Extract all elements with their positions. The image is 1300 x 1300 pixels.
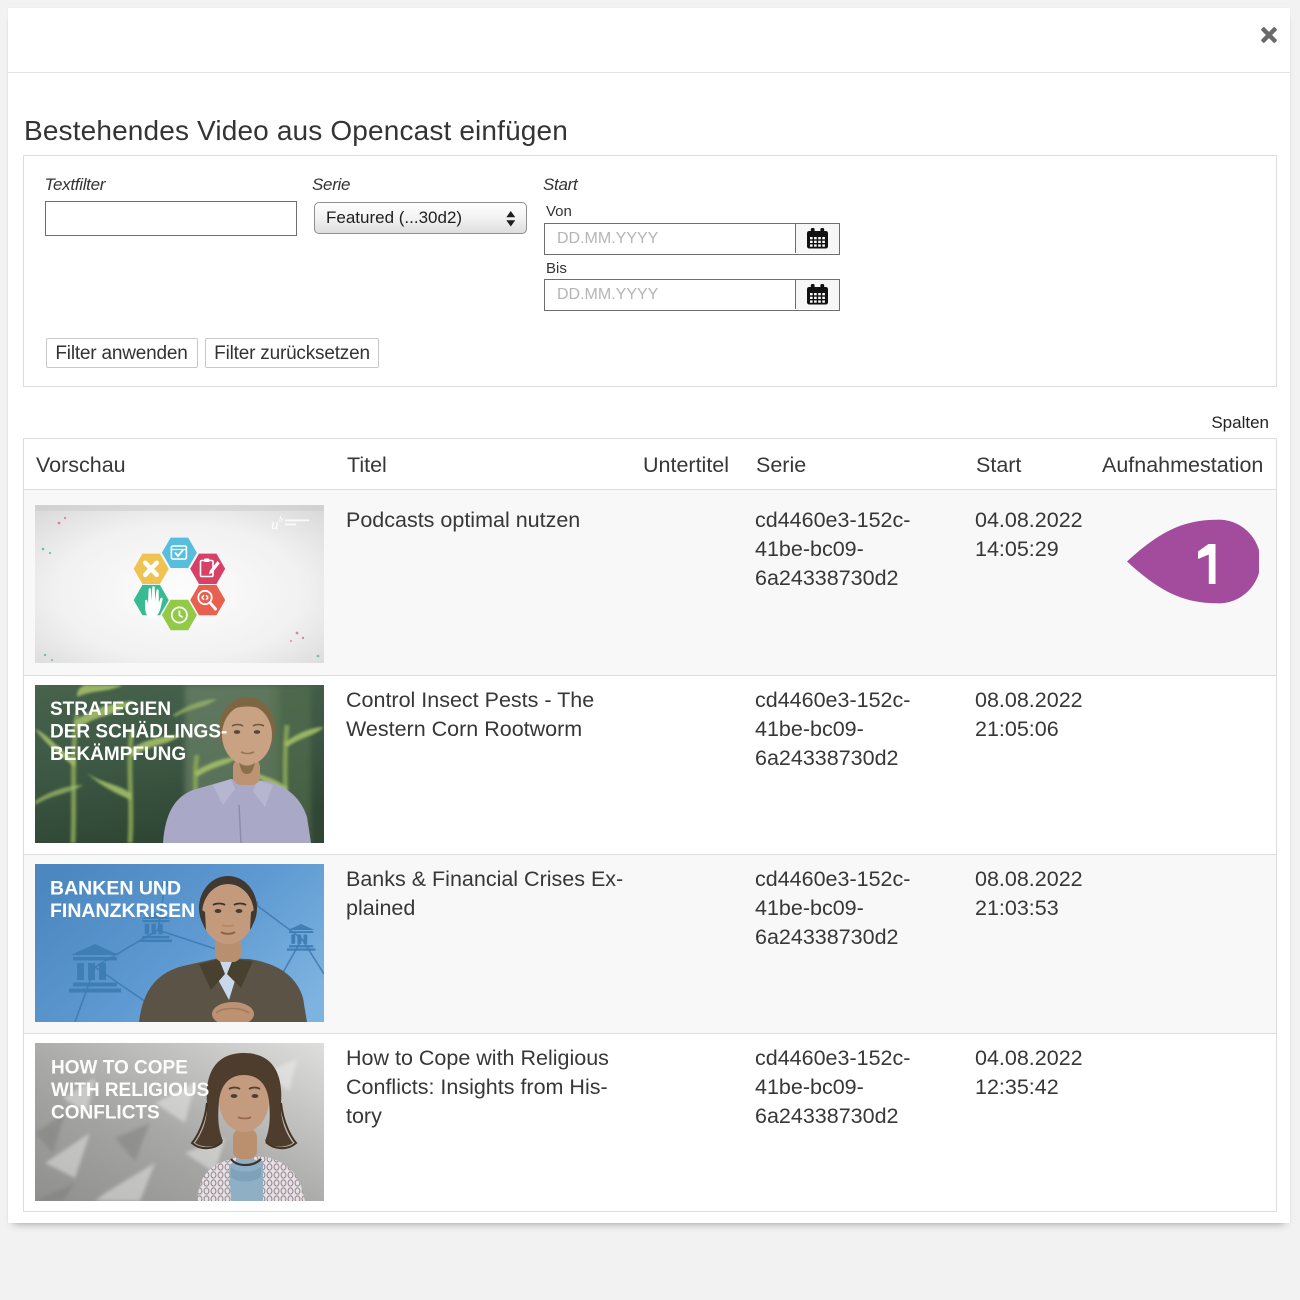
svg-text:WITH RELIGIOUS: WITH RELIGIOUS: [51, 1080, 209, 1101]
svg-text:FINANZKRISEN: FINANZKRISEN: [50, 900, 195, 922]
svg-text:STRATEGIEN: STRATEGIEN: [50, 699, 171, 720]
svg-text:DER SCHÄDLINGS-: DER SCHÄDLINGS-: [50, 721, 227, 742]
svg-text:BANKEN UND: BANKEN UND: [50, 878, 181, 900]
svg-text:BEKÄMPFUNG: BEKÄMPFUNG: [50, 744, 186, 765]
svg-text:CONFLICTS: CONFLICTS: [51, 1103, 160, 1124]
svg-text:HOW TO COPE: HOW TO COPE: [51, 1058, 188, 1079]
svg-text:u: u: [271, 517, 279, 533]
svg-text:b: b: [279, 515, 283, 524]
